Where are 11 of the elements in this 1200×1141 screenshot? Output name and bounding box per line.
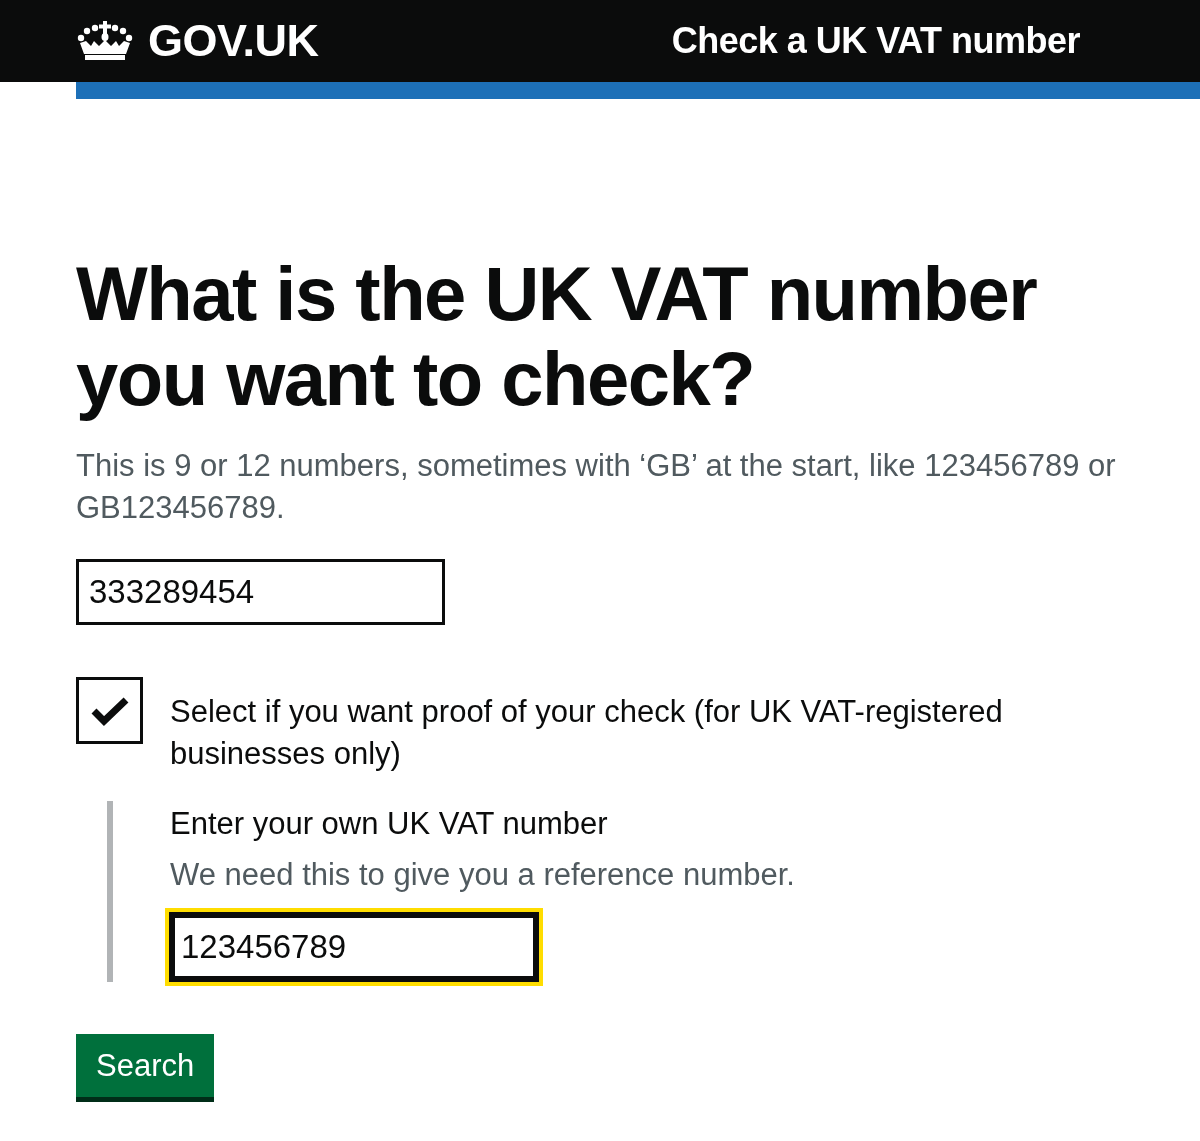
own-vat-label: Enter your own UK VAT number xyxy=(170,805,608,843)
own-vat-hint: We need this to give you a reference number. xyxy=(170,856,795,894)
govuk-logo-link[interactable]: GOV.UK xyxy=(76,16,319,66)
page-heading: What is the UK VAT number you want to check? xyxy=(76,251,1038,421)
crown-icon xyxy=(76,21,134,61)
proof-checkbox[interactable] xyxy=(76,677,143,744)
checkmark-icon xyxy=(89,695,130,726)
service-name-link[interactable]: Check a UK VAT number xyxy=(671,19,1080,63)
hint-text: This is 9 or 12 numbers, sometimes with ‘GB’ at the start, like 123456789 or GB123456789. xyxy=(76,447,1117,527)
checkbox-label[interactable]: Select if you want proof of your check (for UK VAT-registered businesses only) xyxy=(170,691,1070,775)
vat-number-input[interactable]: 333289454 xyxy=(76,559,445,625)
